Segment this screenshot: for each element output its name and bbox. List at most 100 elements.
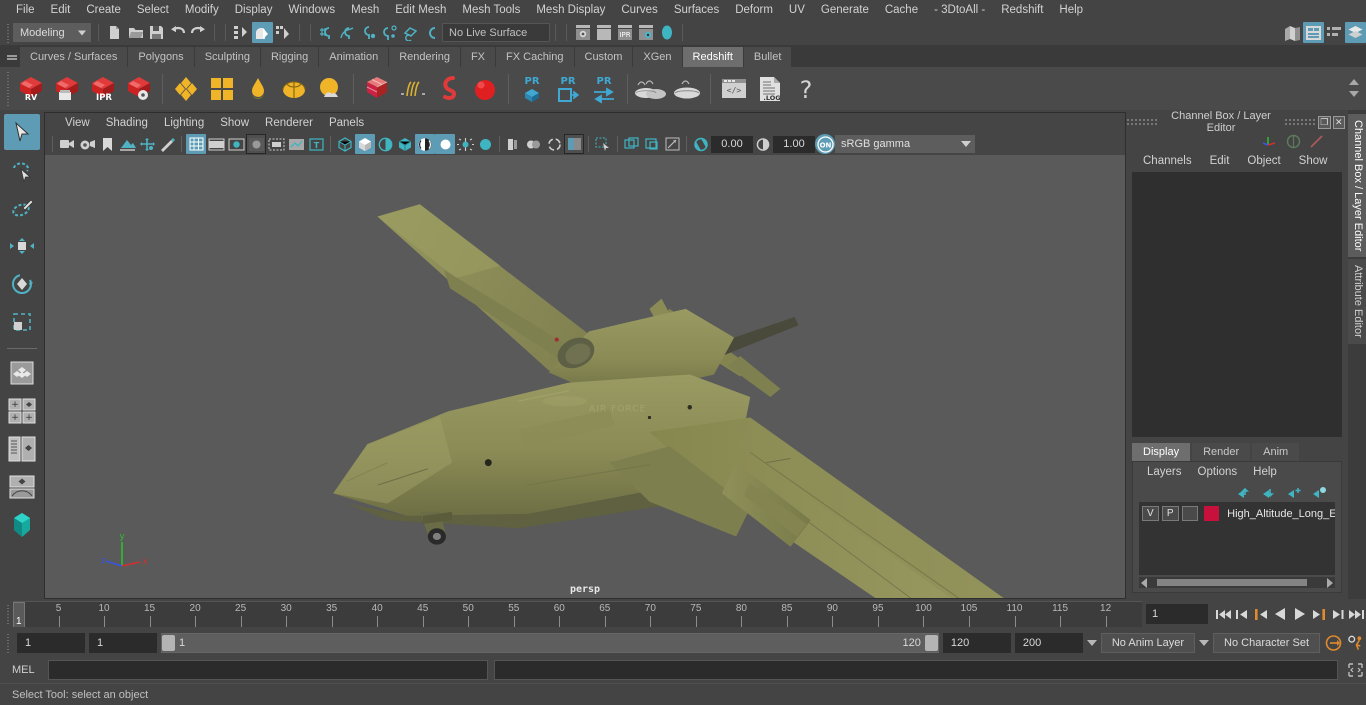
grease-pencil-icon[interactable]	[157, 134, 177, 154]
make-live-icon[interactable]	[421, 22, 442, 43]
range-slider-bar[interactable]: 1 120	[161, 633, 939, 653]
shelf-tab-fx-caching[interactable]: FX Caching	[496, 47, 575, 67]
redshift-environment-button[interactable]	[312, 70, 348, 108]
menu-set-selector[interactable]: Modeling	[13, 23, 91, 42]
time-slider-grip[interactable]	[4, 603, 13, 625]
film-gate-icon[interactable]	[206, 134, 226, 154]
redshift-bake-single-button[interactable]	[669, 70, 705, 108]
shelf-tab-rigging[interactable]: Rigging	[260, 47, 320, 67]
mel-output-field[interactable]	[494, 660, 1338, 680]
go-to-end-button[interactable]	[1347, 603, 1366, 625]
layer-tab-anim[interactable]: Anim	[1252, 443, 1300, 461]
image-plane-icon[interactable]	[117, 134, 137, 154]
range-end-field[interactable]: 120	[942, 633, 1011, 653]
menu-file[interactable]: File	[8, 0, 43, 20]
hypershade-icon[interactable]	[656, 22, 677, 43]
time-slider-playh ead[interactable]: 1	[13, 602, 25, 627]
layer-playback-toggle[interactable]: P	[1161, 506, 1179, 521]
isolate-select-icon[interactable]	[564, 134, 584, 154]
select-by-hierarchy-icon[interactable]	[231, 22, 252, 43]
smooth-shade-all-icon[interactable]	[355, 134, 375, 154]
scroll-right-icon[interactable]	[1327, 577, 1333, 588]
show-channel-box-icon[interactable]	[1345, 22, 1366, 43]
multisample-icon[interactable]	[524, 134, 544, 154]
layer-tab-display[interactable]: Display	[1132, 443, 1191, 461]
gate-mask-icon[interactable]	[246, 134, 266, 154]
redshift-log-button[interactable]: .LOG	[752, 70, 788, 108]
menu-mesh[interactable]: Mesh	[343, 0, 387, 20]
shelf-icons-grip[interactable]	[4, 69, 13, 108]
redshift-bake-multi-button[interactable]	[633, 70, 669, 108]
redshift-dome-light-button[interactable]	[276, 70, 312, 108]
layer-name[interactable]: High_Altitude_Long_E	[1227, 508, 1335, 520]
menu-mesh-display[interactable]: Mesh Display	[528, 0, 613, 20]
menu-cache[interactable]: Cache	[877, 0, 926, 20]
render-view-icon[interactable]	[572, 22, 593, 43]
range-slider-right-grip[interactable]	[924, 635, 938, 651]
character-set-selector[interactable]: No Character Set	[1213, 633, 1320, 653]
viewport-menu-lighting[interactable]: Lighting	[156, 113, 212, 133]
animation-end-field[interactable]: 200	[1014, 633, 1083, 653]
xray-icon[interactable]	[593, 134, 613, 154]
snap-to-grid-icon[interactable]	[316, 22, 337, 43]
move-tool[interactable]	[4, 228, 40, 264]
snap-to-curve-icon[interactable]	[337, 22, 358, 43]
safe-action-icon[interactable]: T	[306, 134, 326, 154]
viewport-menu-view[interactable]: View	[57, 113, 98, 133]
select-by-component-icon[interactable]	[273, 22, 294, 43]
resolution-gate-icon[interactable]	[226, 134, 246, 154]
shelf-tab-bullet[interactable]: Bullet	[743, 47, 793, 67]
shelf-scroll-down-icon[interactable]	[1349, 91, 1359, 97]
layer-menu-options[interactable]: Options	[1190, 466, 1246, 478]
depth-of-field-icon[interactable]	[544, 134, 564, 154]
menu-modify[interactable]: Modify	[177, 0, 227, 20]
layer-menu-layers[interactable]: Layers	[1139, 466, 1190, 478]
render-settings-icon[interactable]	[635, 22, 656, 43]
play-forwards-button[interactable]	[1290, 603, 1309, 625]
redshift-help-button[interactable]: ?	[788, 70, 824, 108]
channel-box-attribute-list[interactable]	[1132, 172, 1342, 437]
viewport-menu-show[interactable]: Show	[212, 113, 257, 133]
menu-redshift[interactable]: Redshift	[993, 0, 1051, 20]
shelf-scroll-arrows[interactable]	[1344, 69, 1364, 107]
menu-edit[interactable]: Edit	[43, 0, 79, 20]
animation-start-field[interactable]: 1	[17, 633, 85, 653]
menu-curves[interactable]: Curves	[613, 0, 665, 20]
half-sphere-icon[interactable]	[1286, 134, 1301, 149]
animation-preferences-button[interactable]	[1347, 632, 1366, 654]
channel-menu-object[interactable]: Object	[1238, 155, 1289, 167]
render-current-frame-icon[interactable]	[593, 22, 614, 43]
step-back-frame-button[interactable]	[1252, 603, 1271, 625]
shelf-tab-polygons[interactable]: Polygons	[128, 47, 195, 67]
panel-grip-left[interactable]	[1126, 118, 1159, 126]
gamma-icon[interactable]	[753, 134, 773, 154]
step-back-keyframe-button[interactable]	[1233, 603, 1252, 625]
layer-list[interactable]: V P High_Altitude_Long_E	[1139, 502, 1335, 575]
layer-visibility-toggle[interactable]: V	[1142, 506, 1159, 521]
panel-maximize-button[interactable]: ❐	[1318, 115, 1331, 129]
redshift-proxy-button[interactable]	[359, 70, 395, 108]
persp-graph-layout[interactable]	[4, 469, 40, 505]
redshift-render-view-button[interactable]: RV	[13, 70, 49, 108]
step-forward-frame-button[interactable]	[1309, 603, 1328, 625]
xray-active-components-icon[interactable]	[642, 134, 662, 154]
snap-to-projected-center-icon[interactable]	[379, 22, 400, 43]
shelf-scroll-up-icon[interactable]	[1349, 79, 1359, 85]
diagonal-line-icon[interactable]	[1309, 134, 1324, 149]
current-frame-field[interactable]: 1	[1146, 604, 1208, 624]
panel-close-button[interactable]: ✕	[1332, 115, 1345, 129]
go-to-start-button[interactable]	[1214, 603, 1233, 625]
scroll-thumb[interactable]	[1157, 579, 1307, 586]
shelf-tab-curves-surfaces[interactable]: Curves / Surfaces	[20, 47, 129, 67]
axis-marker-icon[interactable]	[1262, 134, 1278, 148]
menu-mesh-tools[interactable]: Mesh Tools	[454, 0, 528, 20]
menu-uv[interactable]: UV	[781, 0, 813, 20]
menu-windows[interactable]: Windows	[280, 0, 343, 20]
redshift-render-sequence-button[interactable]	[49, 70, 85, 108]
redshift-volume-button[interactable]	[431, 70, 467, 108]
layer-row[interactable]: V P High_Altitude_Long_E	[1139, 505, 1335, 522]
use-all-lights-icon[interactable]	[435, 134, 455, 154]
textured-icon[interactable]	[415, 134, 435, 154]
viewport-3d-scene[interactable]: AIR FORCE y x z persp	[45, 155, 1125, 598]
screen-space-ao-icon[interactable]	[475, 134, 495, 154]
